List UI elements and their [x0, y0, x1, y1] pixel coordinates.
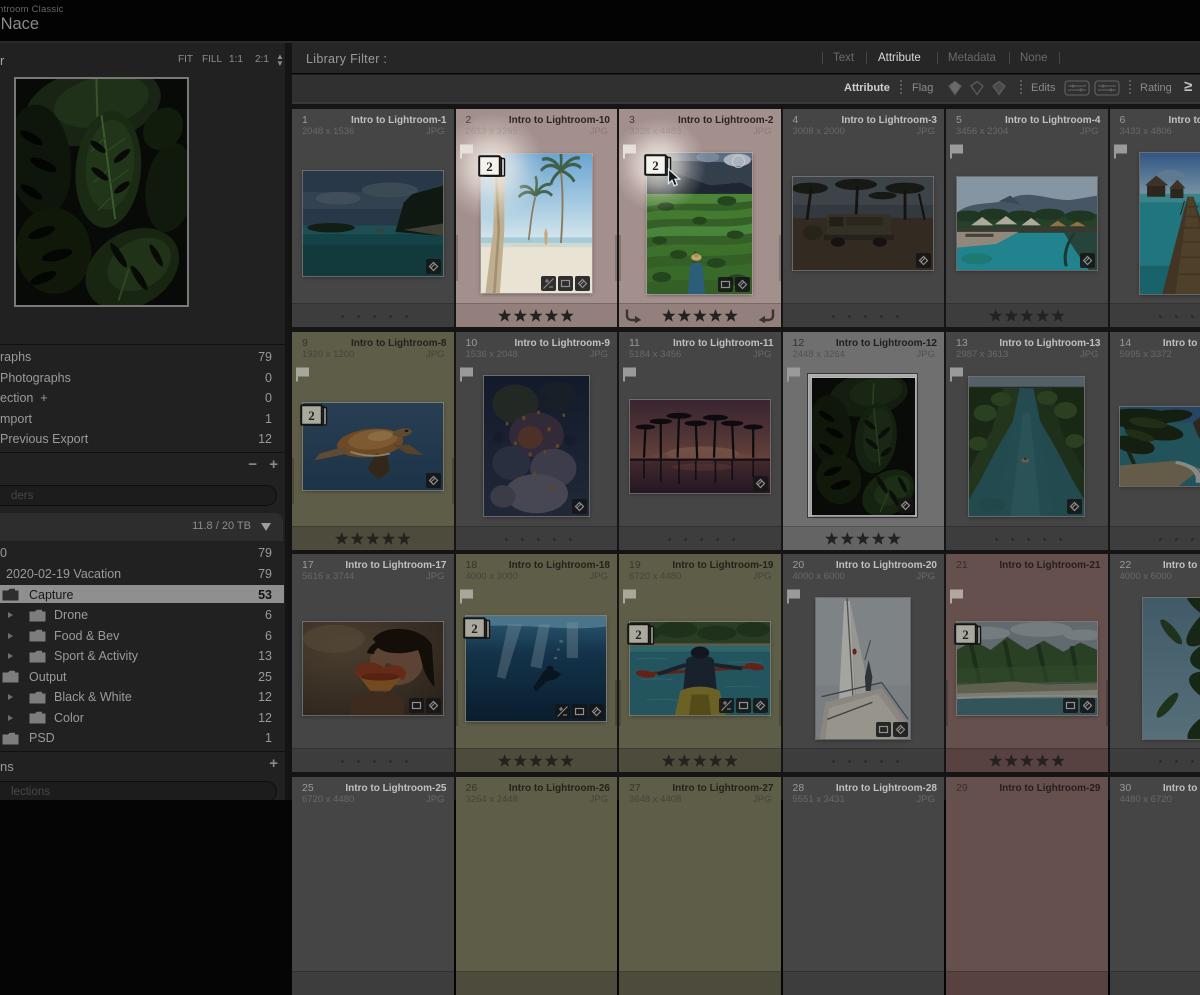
svg-text:2: 2: [653, 158, 660, 173]
svg-text:2: 2: [635, 627, 642, 642]
svg-text:2: 2: [962, 627, 969, 642]
svg-text:2: 2: [472, 621, 479, 636]
svg-text:2: 2: [308, 408, 315, 423]
svg-text:2: 2: [486, 159, 493, 174]
